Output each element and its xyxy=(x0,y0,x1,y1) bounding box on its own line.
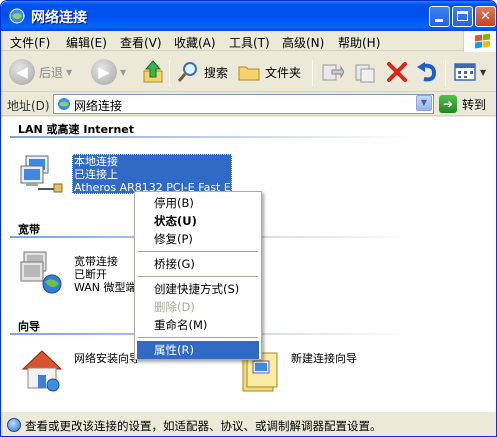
up-folder-icon xyxy=(143,60,163,83)
back-arrow-icon: ◀ xyxy=(9,59,35,85)
network-connections-icon xyxy=(9,8,25,24)
status-bar: 查看或更改该连接的设置，如适配器、协议、或调制解调器配置设置。 xyxy=(1,411,496,436)
menu-help[interactable]: 帮助(H) xyxy=(338,34,380,51)
menu-bar: 文件(F) 编辑(E) 查看(V) 收藏(A) 工具(T) 高级(N) 帮助(H… xyxy=(1,31,496,51)
status-text: 查看或更改该连接的设置，如适配器、协议、或调制解调器配置设置。 xyxy=(25,419,382,433)
back-button[interactable]: ◀ 后退 ▼ xyxy=(9,57,72,87)
new-connection-wizard-name: 新建连接向导 xyxy=(291,352,357,365)
minimize-icon xyxy=(435,19,443,22)
context-menu-create-shortcut[interactable]: 创建快捷方式(S) xyxy=(137,280,259,298)
menu-tools[interactable]: 工具(T) xyxy=(229,34,270,51)
network-setup-wizard-icon[interactable] xyxy=(19,347,65,393)
close-button[interactable]: ✕ xyxy=(475,6,496,27)
chevron-down-icon: ▼ xyxy=(66,67,73,77)
info-icon xyxy=(7,418,21,432)
search-label: 搜索 xyxy=(204,65,229,80)
chevron-down-icon: ▼ xyxy=(120,67,127,77)
context-menu-rename[interactable]: 重命名(M) xyxy=(137,316,259,334)
network-setup-wizard-name: 网络安装向导 xyxy=(74,352,140,365)
search-icon xyxy=(177,62,197,82)
menu-edit[interactable]: 编辑(E) xyxy=(66,34,107,51)
network-connections-icon xyxy=(58,98,70,110)
lan-connection-name: 本地连接 xyxy=(74,155,118,168)
group-header-wizard: 向导 xyxy=(18,320,40,333)
context-menu-properties[interactable]: 属性(R) xyxy=(137,341,259,359)
copy-to-button[interactable] xyxy=(353,57,377,87)
folders-label: 文件夹 xyxy=(265,65,302,80)
menu-advanced[interactable]: 高级(N) xyxy=(282,34,324,51)
context-menu-repair[interactable]: 修复(P) xyxy=(137,230,259,248)
chevron-down-icon: ▼ xyxy=(420,98,428,107)
folders-icon xyxy=(238,66,260,81)
move-to-button[interactable] xyxy=(320,57,344,87)
views-icon xyxy=(454,63,476,81)
go-arrow-icon: ➜ xyxy=(439,95,457,113)
new-connection-wizard-item[interactable]: 新建连接向导 xyxy=(291,352,357,365)
lan-connection-icon[interactable] xyxy=(18,154,68,198)
move-to-icon xyxy=(322,64,344,81)
window-title: 网络连接 xyxy=(31,10,87,26)
title-bar[interactable]: 网络连接 ✕ xyxy=(1,1,496,31)
up-folder-button[interactable] xyxy=(141,57,165,87)
address-label: 地址(D) xyxy=(7,99,50,113)
address-bar: 地址(D) 网络连接 ▼ ➜ 转到 xyxy=(1,92,496,116)
maximize-icon xyxy=(457,11,468,21)
go-label: 转到 xyxy=(462,97,487,112)
lan-connection-status: 已连接上 xyxy=(74,168,118,181)
back-label: 后退 xyxy=(39,65,64,80)
delete-button[interactable] xyxy=(385,57,409,87)
group-header-broadband: 宽带 xyxy=(18,223,40,236)
windows-logo-icon xyxy=(463,31,496,52)
broadband-connection-icon[interactable] xyxy=(18,248,68,298)
group-header-lan: LAN 或高速 Internet xyxy=(18,123,135,136)
address-field[interactable]: 网络连接 xyxy=(53,94,434,114)
menu-view[interactable]: 查看(V) xyxy=(120,34,162,51)
close-icon: ✕ xyxy=(480,9,491,24)
search-button[interactable]: 搜索 xyxy=(176,57,228,87)
minimize-button[interactable] xyxy=(429,6,450,27)
address-dropdown-button[interactable]: ▼ xyxy=(416,95,432,111)
network-setup-wizard-item[interactable]: 网络安装向导 xyxy=(74,352,140,365)
context-menu-status[interactable]: 状态(U) xyxy=(137,212,259,230)
maximize-button[interactable] xyxy=(452,6,473,27)
forward-arrow-icon: ▶ xyxy=(91,59,117,85)
delete-icon xyxy=(387,62,407,82)
folders-button[interactable]: 文件夹 xyxy=(237,57,301,87)
menu-favorites[interactable]: 收藏(A) xyxy=(174,34,216,51)
context-menu-bridge[interactable]: 桥接(G) xyxy=(137,255,259,273)
network-connections-window: 网络连接 ✕ 文件(F) 编辑(E) 查看(V) 收藏(A) 工具(T) 高级(… xyxy=(0,0,497,437)
context-menu-delete: 删除(D) xyxy=(154,300,195,314)
copy-to-icon xyxy=(355,64,375,83)
undo-button[interactable] xyxy=(415,57,439,87)
chevron-down-icon: ▼ xyxy=(480,67,487,77)
context-menu: 停用(B) 状态(U) 修复(P) 桥接(G) 创建快捷方式(S) 删除(D) … xyxy=(134,191,262,360)
toolbar: ◀ 后退 ▼ ▶ ▼ 搜索 文件夹 ▼ xyxy=(1,52,496,92)
undo-icon xyxy=(417,62,437,82)
go-button[interactable]: ➜ 转到 xyxy=(439,95,486,113)
forward-button[interactable]: ▶ ▼ xyxy=(91,57,126,87)
lan-connection-item[interactable]: 本地连接 已连接上 Atheros AR8132 PCI-E Fast Et..… xyxy=(72,154,232,194)
address-value: 网络连接 xyxy=(74,99,123,113)
views-button[interactable]: ▼ xyxy=(453,57,486,87)
context-menu-disable[interactable]: 停用(B) xyxy=(137,194,259,212)
menu-file[interactable]: 文件(F) xyxy=(10,34,50,51)
